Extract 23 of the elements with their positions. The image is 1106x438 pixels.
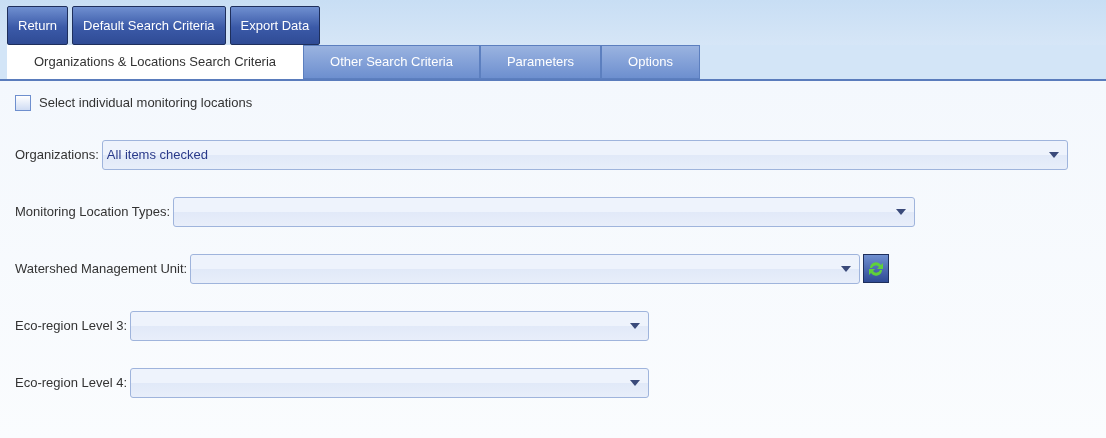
field-label: Watershed Management Unit: [15, 259, 188, 278]
dropdown-arrow-icon [630, 322, 640, 329]
tab[interactable]: Organizations & Locations Search Criteria [7, 45, 304, 79]
field-label: Eco-region Level 3: [15, 316, 127, 335]
dropdown[interactable] [130, 367, 649, 398]
dropdown-value: All items checked [106, 145, 208, 164]
checkbox-label[interactable]: Select individual monitoring locations [39, 93, 253, 113]
field-label: Monitoring Location Types: [15, 202, 171, 221]
dropdown-arrow-icon [630, 379, 640, 386]
field-label: Eco-region Level 4: [15, 373, 127, 392]
dropdown-arrow-icon [1048, 151, 1059, 158]
refresh-button[interactable] [863, 254, 890, 283]
dropdown-arrow-icon [841, 265, 852, 272]
dropdown[interactable] [130, 310, 649, 341]
toolbar-button[interactable]: Return [7, 6, 69, 45]
toolbar-button[interactable]: Default Search Criteria [72, 6, 226, 45]
field-label: Organizations: [15, 145, 99, 164]
checkbox[interactable] [15, 94, 31, 111]
dropdown[interactable] [173, 196, 916, 227]
toolbar-button[interactable]: Export Data [229, 6, 321, 45]
dropdown-arrow-icon [896, 208, 907, 215]
refresh-icon [867, 259, 886, 278]
dropdown[interactable]: All items checked [101, 139, 1068, 170]
